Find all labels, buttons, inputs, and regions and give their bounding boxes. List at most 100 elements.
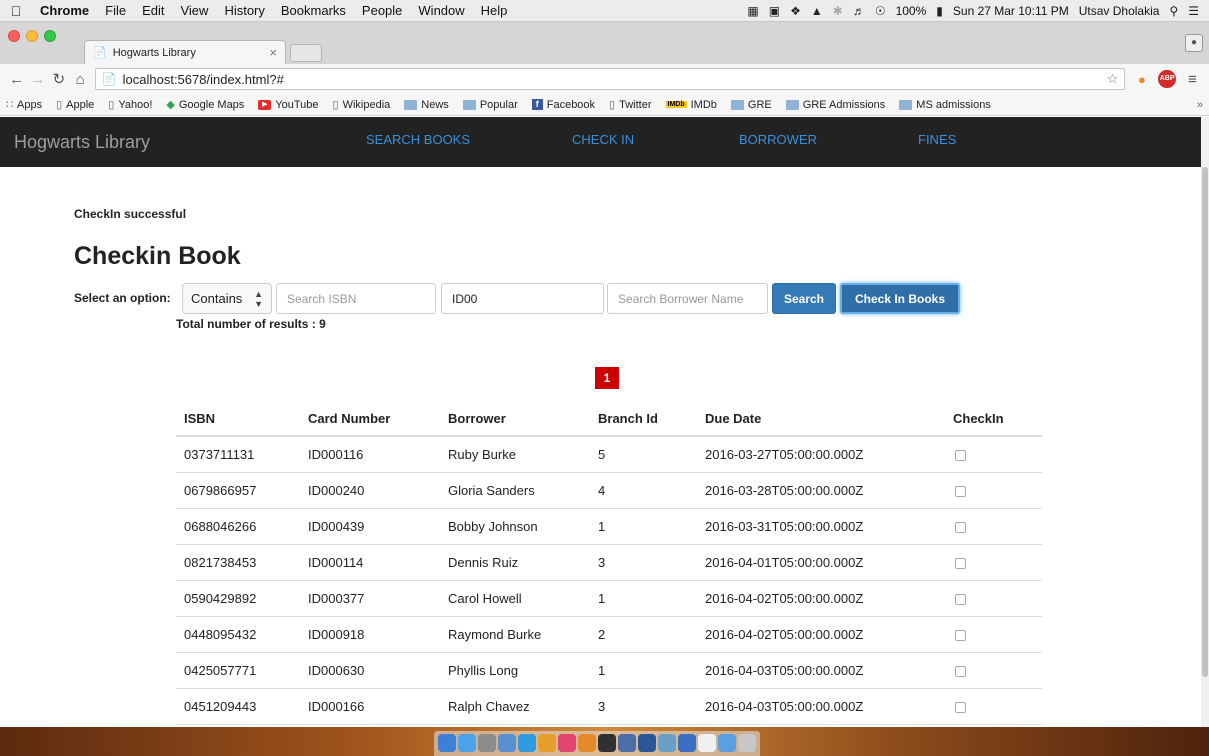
user-name[interactable]: Utsav Dholakia: [1079, 4, 1160, 18]
nav-fines[interactable]: FINES: [918, 132, 956, 147]
app-icon-2[interactable]: [618, 734, 636, 752]
bookmark-2[interactable]: ▯ Yahoo!: [108, 98, 152, 112]
bookmark-13[interactable]: MS admissions: [899, 99, 991, 111]
wifi-icon[interactable]: ☉: [875, 4, 886, 18]
bookmark-5[interactable]: ▯ Wikipedia: [333, 98, 391, 112]
forward-icon[interactable]: →: [27, 71, 48, 88]
menu-edit[interactable]: Edit: [134, 3, 172, 18]
notification-center-icon[interactable]: ☰: [1188, 4, 1199, 18]
checkin-checkbox[interactable]: [955, 701, 966, 713]
new-tab-button[interactable]: [290, 44, 322, 62]
bookmark-8[interactable]: f Facebook: [531, 99, 595, 111]
bookmark-1[interactable]: ▯ Apple: [56, 98, 94, 112]
clock[interactable]: Sun 27 Mar 10:11 PM: [953, 4, 1069, 18]
bookmark-12[interactable]: GRE Admissions: [785, 99, 885, 111]
app-store-icon[interactable]: [458, 734, 476, 752]
tab-close-icon[interactable]: ×: [269, 45, 277, 60]
finder-icon[interactable]: [438, 734, 456, 752]
battery-icon[interactable]: ▮: [936, 4, 943, 18]
itunes-icon[interactable]: [558, 734, 576, 752]
page-scrollbar[interactable]: [1201, 117, 1209, 727]
checkin-checkbox[interactable]: [955, 557, 966, 569]
nav-search-books[interactable]: SEARCH BOOKS: [366, 132, 470, 147]
isbn-search-input[interactable]: [276, 283, 436, 314]
checkin-checkbox[interactable]: [955, 593, 966, 605]
adblock-plus-icon[interactable]: ABP: [1158, 70, 1176, 88]
search-button[interactable]: Search: [772, 283, 836, 314]
bookmark-9[interactable]: ▯ Twitter: [609, 98, 651, 112]
profile-icon[interactable]: ●: [1185, 34, 1203, 52]
menu-view[interactable]: View: [172, 3, 216, 18]
bookmark-10[interactable]: IMDb IMDb: [665, 99, 717, 111]
terminal-icon[interactable]: [598, 734, 616, 752]
menu-help[interactable]: Help: [473, 3, 516, 18]
nav-borrower[interactable]: BORROWER: [739, 132, 817, 147]
window-close-button[interactable]: [8, 30, 20, 42]
checkin-checkbox[interactable]: [955, 665, 966, 677]
safari-icon[interactable]: [518, 734, 536, 752]
bookmark-11[interactable]: GRE: [730, 99, 772, 111]
home-icon[interactable]: ⌂: [70, 71, 91, 88]
card-number-input[interactable]: [441, 283, 604, 314]
chrome-icon[interactable]: [538, 734, 556, 752]
preview-icon[interactable]: [498, 734, 516, 752]
page-info-icon[interactable]: 📄: [102, 72, 117, 86]
chrome-menu-icon[interactable]: ≡: [1182, 71, 1203, 88]
pagination-page-1[interactable]: 1: [595, 367, 619, 389]
nav-check-in[interactable]: CHECK IN: [572, 132, 634, 147]
password-icon[interactable]: [678, 734, 696, 752]
status-tool-icon[interactable]: ▦: [747, 4, 758, 18]
menu-bookmarks[interactable]: Bookmarks: [273, 3, 354, 18]
address-bar[interactable]: 📄 localhost:5678/index.html?# ☆: [94, 68, 1126, 90]
browser-tab[interactable]: 📄 Hogwarts Library ×: [84, 40, 286, 64]
menu-window[interactable]: Window: [410, 3, 472, 18]
window-zoom-button[interactable]: [44, 30, 56, 42]
folder-icon[interactable]: [718, 734, 736, 752]
bookmark-4[interactable]: ▶ YouTube: [258, 99, 319, 111]
header-checkin: CheckIn: [945, 401, 1042, 437]
checkin-checkbox[interactable]: [955, 485, 966, 497]
bookmark-7[interactable]: Popular: [462, 99, 518, 111]
bookmark-3[interactable]: ◆ Google Maps: [166, 98, 244, 112]
borrower-name-input[interactable]: [607, 283, 768, 314]
cell-borrower: Ralph Chavez: [440, 687, 590, 724]
document-icon[interactable]: [698, 734, 716, 752]
window-minimize-button[interactable]: [26, 30, 38, 42]
system-preferences-icon[interactable]: [478, 734, 496, 752]
menu-people[interactable]: People: [354, 3, 410, 18]
app-icon-3[interactable]: [658, 734, 676, 752]
menu-file[interactable]: File: [97, 3, 134, 18]
cell-checkin: [945, 579, 1042, 616]
bookmarks-overflow-icon[interactable]: »: [1197, 99, 1203, 111]
volume-icon[interactable]: ♬: [853, 4, 865, 18]
app-brand[interactable]: Hogwarts Library: [0, 132, 330, 153]
apple-menu-icon[interactable]: : [0, 3, 32, 19]
cell-branch-id: 1: [590, 651, 697, 688]
bookmark-0[interactable]: ∷ Apps: [6, 98, 42, 112]
cell-card-number: ID000918: [300, 615, 440, 652]
menu-history[interactable]: History: [216, 3, 272, 18]
scrollbar-thumb[interactable]: [1202, 167, 1208, 677]
trash-icon[interactable]: [738, 734, 756, 752]
bookmark-6[interactable]: News: [404, 99, 449, 111]
word-icon[interactable]: [638, 734, 656, 752]
spotlight-icon[interactable]: ⚲: [1169, 4, 1178, 18]
extension-fire-icon[interactable]: ●: [1131, 72, 1152, 87]
checkin-checkbox[interactable]: [955, 629, 966, 641]
app-icon[interactable]: [578, 734, 596, 752]
bookmark-star-icon[interactable]: ☆: [1107, 71, 1119, 87]
cell-branch-id: 5: [590, 435, 697, 472]
drive-icon[interactable]: ▲: [811, 4, 823, 18]
checkin-checkbox[interactable]: [955, 449, 966, 461]
back-icon[interactable]: ←: [6, 71, 27, 88]
bluetooth-icon[interactable]: ✱: [833, 4, 843, 18]
status-app-icon[interactable]: ▣: [769, 4, 780, 18]
tab-title: Hogwarts Library: [112, 46, 196, 59]
checkin-checkbox[interactable]: [955, 521, 966, 533]
header-borrower: Borrower: [440, 401, 590, 437]
menu-app-name[interactable]: Chrome: [32, 3, 97, 18]
check-in-books-button[interactable]: Check In Books: [840, 283, 960, 314]
reload-icon[interactable]: ↻: [48, 70, 69, 88]
search-mode-select[interactable]: Contains ▲ ▼: [182, 283, 272, 314]
dropbox-icon[interactable]: ❖: [790, 4, 801, 18]
